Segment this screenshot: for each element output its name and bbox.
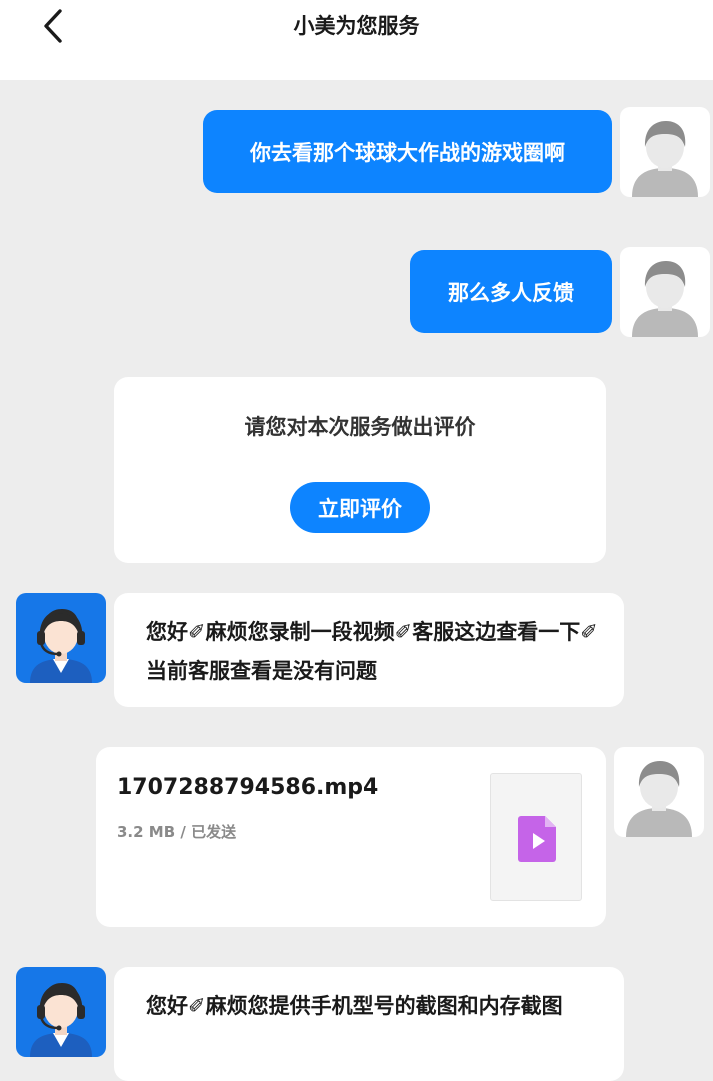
user-avatar[interactable] xyxy=(620,107,710,197)
user-avatar-icon xyxy=(632,261,698,337)
top-bar: 小美为您服务 xyxy=(0,0,713,80)
outgoing-message-bubble[interactable]: 你去看那个球球大作战的游戏圈啊 xyxy=(203,110,612,193)
file-thumbnail[interactable] xyxy=(490,773,582,901)
outgoing-message-bubble[interactable]: 那么多人反馈 xyxy=(410,250,612,333)
user-avatar[interactable] xyxy=(620,247,710,337)
file-name: 1707288794586.mp4 xyxy=(117,775,379,800)
page-title: 小美为您服务 xyxy=(293,14,420,38)
file-message-card[interactable]: 1707288794586.mp4 3.2 MB / 已发送 xyxy=(96,747,606,927)
user-avatar[interactable] xyxy=(614,747,704,837)
user-avatar-icon xyxy=(626,761,692,837)
incoming-message-bubble[interactable]: 您好✐麻烦您提供手机型号的截图和内存截图 xyxy=(114,967,624,1081)
incoming-message-bubble[interactable]: 您好✐麻烦您录制一段视频✐客服这边查看一下✐当前客服查看是没有问题 xyxy=(114,593,624,707)
rating-card: 请您对本次服务做出评价 立即评价 xyxy=(114,377,606,563)
user-avatar-icon xyxy=(632,121,698,197)
incoming-message-text: 您好✐麻烦您录制一段视频✐客服这边查看一下✐当前客服查看是没有问题 xyxy=(146,620,598,683)
agent-avatar[interactable] xyxy=(16,967,106,1057)
incoming-message-text: 您好✐麻烦您提供手机型号的截图和内存截图 xyxy=(146,994,563,1018)
support-agent-icon xyxy=(30,983,92,1057)
agent-avatar[interactable] xyxy=(16,593,106,683)
rate-now-button[interactable]: 立即评价 xyxy=(290,482,430,533)
rating-prompt: 请您对本次服务做出评价 xyxy=(244,415,476,439)
file-status: 3.2 MB / 已发送 xyxy=(117,823,237,841)
support-agent-icon xyxy=(30,609,92,683)
video-file-icon xyxy=(518,816,556,862)
